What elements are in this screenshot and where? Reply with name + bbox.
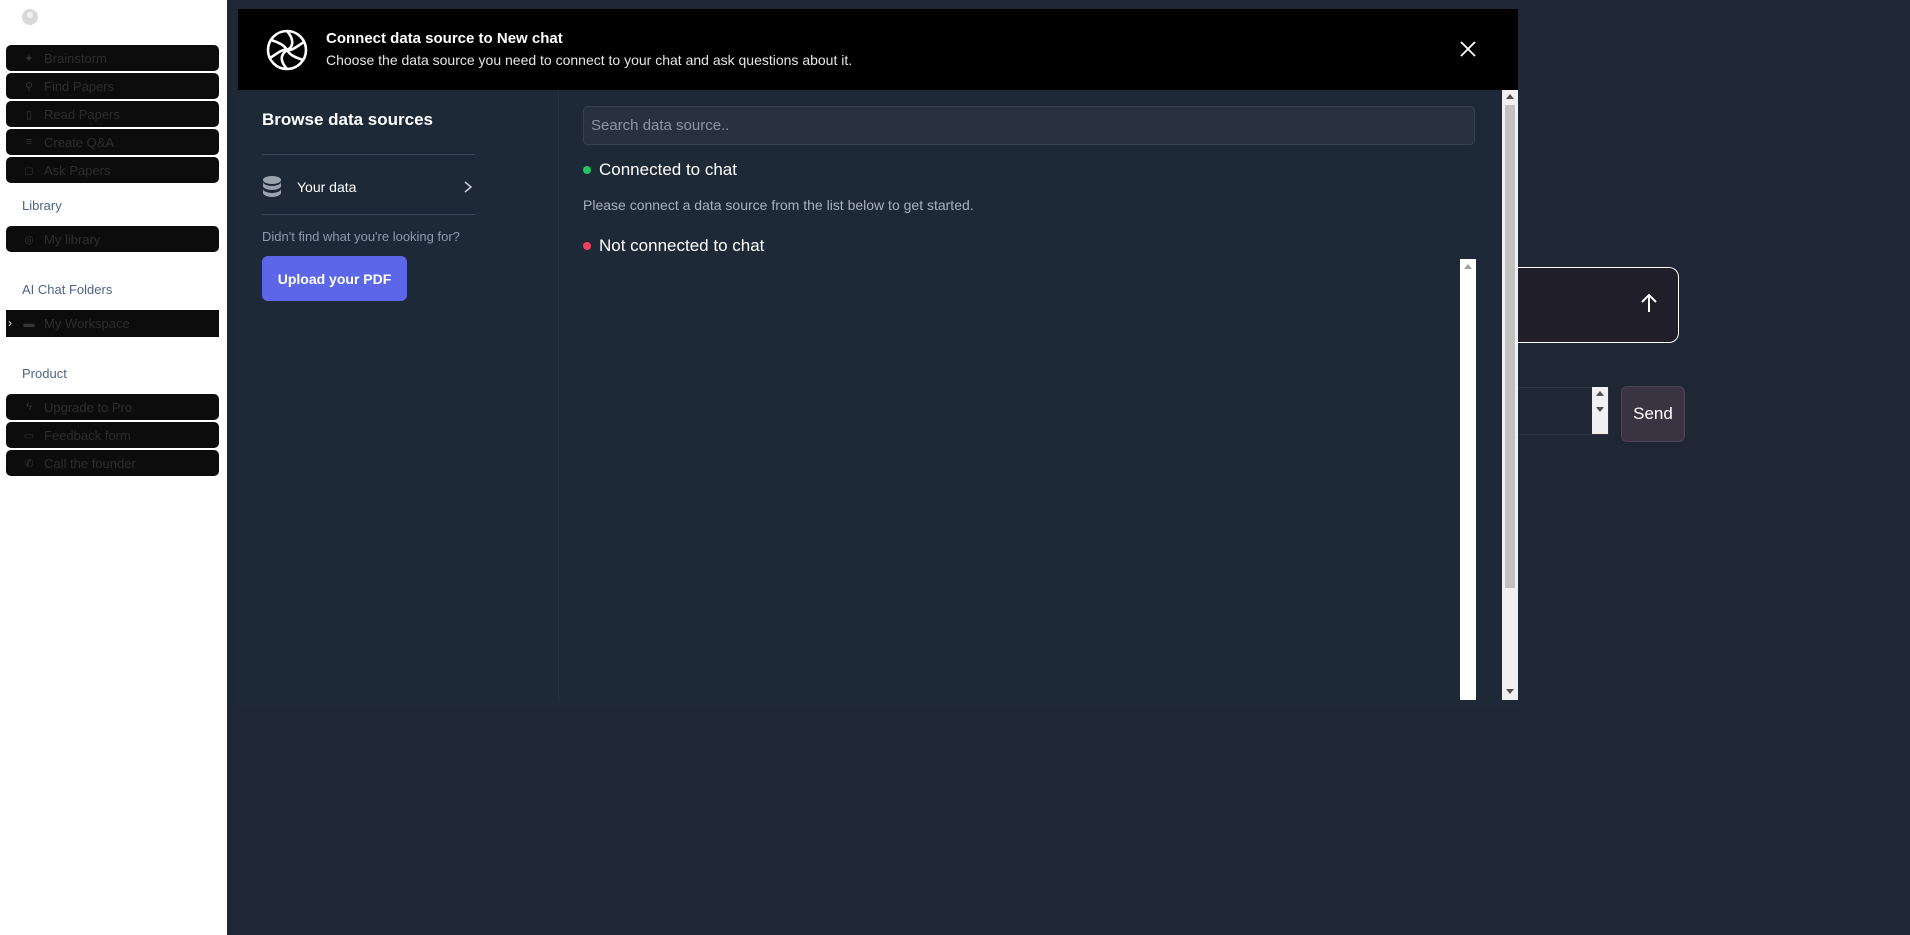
nav-my-library[interactable]: ◎ My library <box>6 226 219 252</box>
nav-brainstorm[interactable]: ✦ Brainstorm <box>6 45 219 71</box>
nav-label: Feedback form <box>44 427 131 443</box>
database-icon: ◎ <box>24 233 34 246</box>
nav-label: My Workspace <box>44 316 130 331</box>
data-source-panel: Search data source.. Connected to chat P… <box>559 90 1502 700</box>
sparkle-icon: ✦ <box>24 52 34 65</box>
nav-label: Call the founder <box>44 455 136 471</box>
phone-icon: ✆ <box>24 457 34 470</box>
folders-section-label: AI Chat Folders <box>22 282 113 297</box>
product-section-label: Product <box>22 366 67 381</box>
connect-hint: Please connect a data source from the li… <box>583 197 974 213</box>
sidebar: ✦ Brainstorm ⚲ Find Papers ▯ Read Papers… <box>0 0 227 935</box>
not-connected-status-dot <box>583 242 591 250</box>
your-data-label: Your data <box>297 179 357 195</box>
nav-call-founder[interactable]: ✆ Call the founder <box>6 450 219 476</box>
arrow-up-icon[interactable] <box>1638 291 1660 315</box>
modal-subtitle: Choose the data source you need to conne… <box>326 52 853 68</box>
browse-title: Browse data sources <box>262 110 434 129</box>
textarea-scrollbar[interactable] <box>1592 387 1608 434</box>
close-icon[interactable] <box>1456 37 1480 61</box>
upload-pdf-button[interactable]: Upload your PDF <box>262 256 407 301</box>
divider <box>262 154 475 155</box>
nav-upgrade[interactable]: ϟ Upgrade to Pro <box>6 394 219 420</box>
modal-header: Connect data source to New chat Choose t… <box>238 9 1518 90</box>
nav-label: Create Q&A <box>44 134 115 150</box>
chevron-right-icon <box>464 181 473 193</box>
not-found-text: Didn't find what you're looking for? <box>262 229 460 244</box>
scrollbar-thumb[interactable] <box>1505 105 1515 588</box>
nav-label: Read Papers <box>44 106 120 122</box>
book-icon: ▯ <box>25 108 33 121</box>
nav-ask-papers[interactable]: ◻ Ask Papers <box>6 157 219 183</box>
list-scrollbar[interactable] <box>1460 259 1476 700</box>
avatar[interactable] <box>22 9 38 25</box>
bolt-icon: ϟ <box>26 401 32 413</box>
nav-create-qa[interactable]: ≡ Create Q&A <box>6 129 219 155</box>
browse-panel: Browse data sources Your data Didn't fin… <box>238 90 559 700</box>
not-connected-heading: Not connected to chat <box>583 236 764 256</box>
nav-label: My library <box>44 231 101 247</box>
nav-read-papers[interactable]: ▯ Read Papers <box>6 101 219 127</box>
nav-find-papers[interactable]: ⚲ Find Papers <box>6 73 219 99</box>
send-button[interactable]: Send <box>1621 386 1685 442</box>
connected-status-dot <box>583 166 591 174</box>
chat-icon: ◻ <box>24 164 34 177</box>
modal-title: Connect data source to New chat <box>326 30 563 47</box>
folder-icon: ▬ <box>23 317 35 330</box>
divider <box>262 214 475 215</box>
message-icon: ▭ <box>23 429 35 442</box>
connected-label: Connected to chat <box>599 160 737 179</box>
modal-scrollbar[interactable] <box>1502 90 1518 700</box>
nav-label: Brainstorm <box>44 50 107 66</box>
nav-label: Ask Papers <box>44 162 111 178</box>
connected-heading: Connected to chat <box>583 160 737 180</box>
nav-label: Upgrade to Pro <box>44 399 133 415</box>
logo-icon <box>266 29 308 71</box>
search-data-source-input[interactable]: Search data source.. <box>583 106 1475 145</box>
database-icon <box>263 176 281 197</box>
connect-data-modal: Connect data source to New chat Choose t… <box>238 9 1518 709</box>
library-section-label: Library <box>22 198 62 213</box>
chevron-right-icon[interactable]: › <box>8 316 12 330</box>
nav-label: Find Papers <box>44 78 115 94</box>
search-icon: ⚲ <box>24 80 34 93</box>
nav-my-workspace[interactable]: › ▬ My Workspace <box>6 310 219 337</box>
nav-feedback[interactable]: ▭ Feedback form <box>6 422 219 448</box>
your-data-item[interactable]: Your data <box>262 172 475 202</box>
not-connected-label: Not connected to chat <box>599 236 765 255</box>
list-icon: ≡ <box>25 136 33 148</box>
